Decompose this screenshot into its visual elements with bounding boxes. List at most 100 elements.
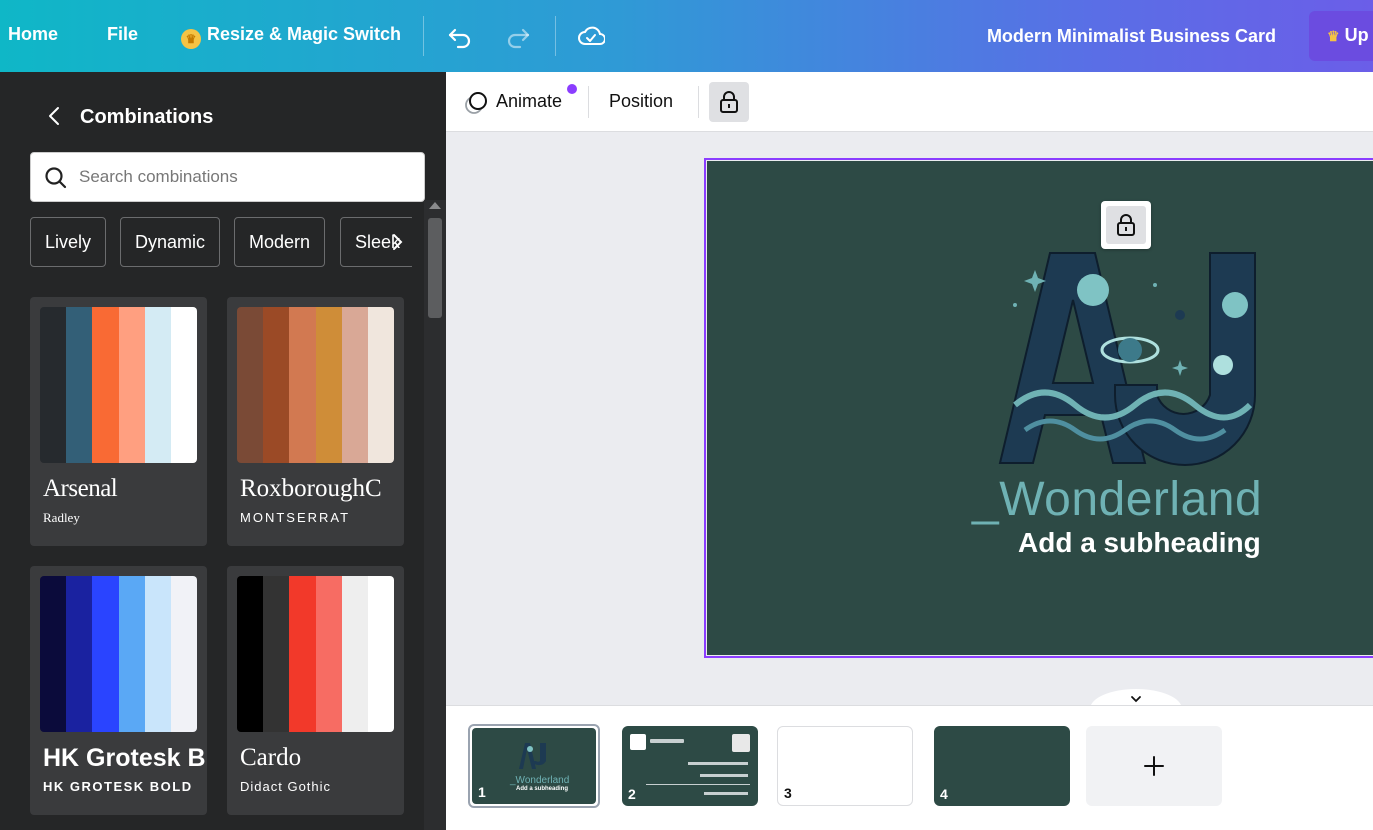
page-number: 2 <box>628 786 636 802</box>
swatch <box>315 576 342 732</box>
combo-subheading: Didact Gothic <box>240 779 332 794</box>
crown-icon: ♛ <box>1327 28 1340 44</box>
card-subheading-text[interactable]: Add a subheading <box>1018 527 1261 559</box>
swatch <box>40 576 67 732</box>
home-button[interactable]: Home <box>8 24 58 45</box>
swatch <box>118 307 145 463</box>
page-number: 3 <box>784 785 792 801</box>
combo-heading: Cardo <box>240 744 302 771</box>
mini-logo-icon <box>630 734 646 750</box>
color-palette <box>237 307 394 463</box>
swatch <box>289 307 316 463</box>
swatch <box>66 576 93 732</box>
combination-card[interactable]: HK Grotesk B HK GROTESK BOLD <box>30 566 207 815</box>
swatch <box>367 307 394 463</box>
undo-icon[interactable] <box>446 22 474 50</box>
lock-icon <box>720 91 738 113</box>
combo-subheading: MONTSERRAT <box>240 510 351 525</box>
chip-dynamic[interactable]: Dynamic <box>120 217 221 267</box>
mini-text-line <box>704 792 748 795</box>
swatch <box>144 576 171 732</box>
pages-strip: _Wonderland Add a subheading 1 2 3 4 <box>446 705 1373 830</box>
divider <box>698 86 699 118</box>
chip-modern[interactable]: Modern <box>234 217 326 267</box>
animate-icon <box>465 92 487 114</box>
page-number: 1 <box>478 784 486 800</box>
divider <box>588 86 589 118</box>
mini-qr-icon <box>732 734 750 752</box>
file-menu-button[interactable]: File <box>107 24 138 45</box>
swatch <box>263 307 290 463</box>
page-thumbnail-2[interactable]: 2 <box>622 726 758 806</box>
swatch <box>341 576 368 732</box>
search-box[interactable] <box>30 152 425 202</box>
color-palette <box>40 307 197 463</box>
crown-icon: ♛ <box>181 29 201 49</box>
aj-logo-icon <box>998 252 1256 466</box>
lock-icon <box>1117 214 1135 236</box>
swatch <box>92 307 119 463</box>
search-input[interactable] <box>79 161 409 193</box>
page-thumbnail-1[interactable]: _Wonderland Add a subheading 1 <box>468 724 600 808</box>
add-page-button[interactable] <box>1086 726 1222 806</box>
panel-title: Combinations <box>80 106 214 128</box>
mini-logo-icon <box>518 741 548 771</box>
mini-text-line <box>650 739 684 743</box>
search-icon <box>45 167 67 189</box>
chip-lively[interactable]: Lively <box>30 217 107 267</box>
page-thumbnail-4[interactable]: 4 <box>934 726 1070 806</box>
chevron-left-icon[interactable] <box>44 105 66 127</box>
mini-divider <box>646 784 750 785</box>
cloud-check-icon[interactable] <box>577 22 605 50</box>
redo-icon[interactable] <box>504 22 532 50</box>
divider <box>423 16 424 56</box>
color-palette <box>237 576 394 732</box>
swatch <box>237 307 264 463</box>
chevron-down-icon <box>1131 696 1141 703</box>
resize-button[interactable]: ♛ Resize & Magic Switch <box>181 24 401 49</box>
scroll-thumb[interactable] <box>428 218 442 318</box>
swatch <box>237 576 264 732</box>
page-thumbnail-3[interactable]: 3 <box>777 726 913 806</box>
position-button[interactable]: Position <box>609 91 673 112</box>
combo-heading: HK Grotesk B <box>43 744 206 772</box>
lock-button[interactable] <box>709 82 749 122</box>
filter-chips: Lively Dynamic Modern Sleek <box>30 217 412 269</box>
mini-subheading: Add a subheading <box>516 786 569 792</box>
upgrade-label: Up <box>1344 25 1369 45</box>
swatch <box>170 307 197 463</box>
top-bar: Home File ♛ Resize & Magic Switch Modern … <box>0 0 1373 72</box>
page-number: 4 <box>940 786 948 802</box>
combo-heading: Arsenal <box>43 475 118 502</box>
divider <box>555 16 556 56</box>
color-palette <box>40 576 197 732</box>
swatch <box>170 576 197 732</box>
plus-icon <box>1144 756 1164 776</box>
animate-button[interactable]: Animate <box>496 91 562 112</box>
swatch <box>315 307 342 463</box>
combo-subheading: Radley <box>43 510 80 525</box>
swatch <box>263 576 290 732</box>
upgrade-button[interactable]: ♛ Up <box>1309 11 1373 61</box>
chevron-right-icon[interactable] <box>387 232 407 252</box>
resize-label: Resize & Magic Switch <box>207 24 402 44</box>
swatch <box>118 576 145 732</box>
mini-text-line <box>688 762 748 765</box>
combination-card[interactable]: Cardo Didact Gothic <box>227 566 404 815</box>
swatch <box>144 307 171 463</box>
mini-title: _Wonderland <box>510 775 570 786</box>
swatch <box>66 307 93 463</box>
panel-scrollbar[interactable] <box>424 200 446 830</box>
document-title[interactable]: Modern Minimalist Business Card <box>987 26 1276 47</box>
card-title-text[interactable]: _Wonderland <box>972 472 1262 527</box>
notification-dot <box>567 84 577 94</box>
swatch <box>92 576 119 732</box>
combination-card[interactable]: RoxboroughC MONTSERRAT <box>227 297 404 546</box>
swatch <box>367 576 394 732</box>
scroll-up-arrow-icon[interactable] <box>429 202 441 209</box>
combination-card[interactable]: Arsenal Radley <box>30 297 207 546</box>
mini-text-line <box>700 774 748 777</box>
swatch <box>40 307 67 463</box>
combo-subheading: HK GROTESK BOLD <box>43 779 193 794</box>
element-lock-button[interactable] <box>1101 201 1151 249</box>
